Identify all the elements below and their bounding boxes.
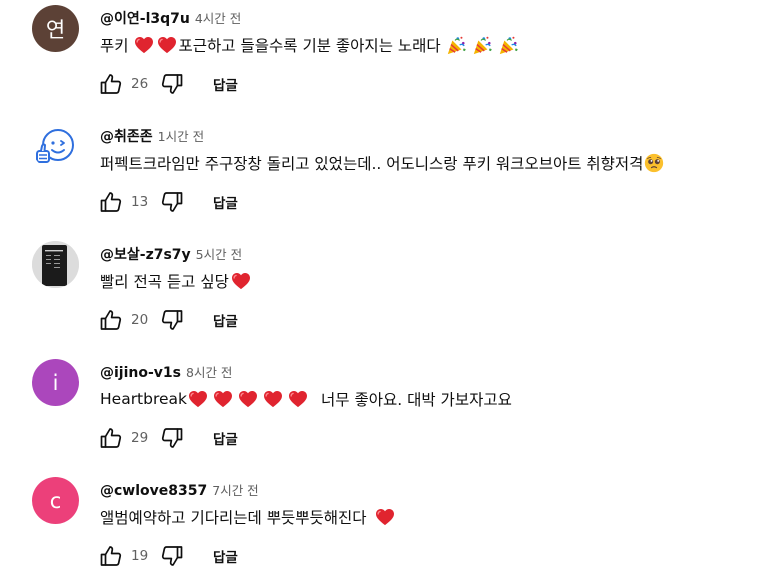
comment-item: i @ijino-v1s 8시간 전 Heartbreak 너무 좋아요. 대박… — [0, 354, 757, 471]
thumb-up-icon — [99, 426, 123, 450]
thumb-down-icon — [160, 544, 184, 568]
comment-time[interactable]: 1시간 전 — [158, 126, 204, 145]
comment-actions: 19 답글 — [98, 542, 238, 570]
author-handle[interactable]: @ijino-v1s — [100, 365, 181, 381]
comment-item: @취존존 1시간 전 퍼펙트크라임만 주구장창 돌리고 있었는데.. 어도니스랑… — [0, 118, 757, 235]
heart-emoji-icon — [213, 390, 233, 408]
avatar-letter: i — [52, 370, 59, 395]
avatar-letter: c — [49, 488, 62, 513]
comment-header: @cwlove8357 7시간 전 — [100, 480, 259, 499]
like-button[interactable] — [98, 425, 124, 451]
comment-text-part: 빨리 전곡 듣고 싶당 — [100, 273, 229, 291]
comment-text: 푸키 포근하고 들을수록 기분 좋아지는 노래다 — [100, 34, 521, 56]
comment-text-part: 너무 좋아요. 대박 가보자고요 — [321, 391, 512, 409]
comment-actions: 26 답글 — [98, 70, 238, 98]
author-handle[interactable]: @취존존 — [100, 126, 153, 146]
reply-button[interactable]: 답글 — [213, 428, 238, 448]
thumb-down-icon — [160, 190, 184, 214]
comment-header: @ijino-v1s 8시간 전 — [100, 362, 232, 381]
thumb-up-icon — [99, 308, 123, 332]
comment-actions: 29 답글 — [98, 424, 238, 452]
thumb-down-icon — [160, 426, 184, 450]
like-button[interactable] — [98, 71, 124, 97]
comment-header: @보살-z7s7y 5시간 전 — [100, 244, 242, 264]
avatar[interactable]: 연 — [32, 5, 79, 52]
heart-emoji-icon — [288, 390, 308, 408]
comment-item: @보살-z7s7y 5시간 전 빨리 전곡 듣고 싶당 20 답글 — [0, 236, 757, 353]
like-count: 13 — [131, 194, 149, 210]
dislike-button[interactable] — [159, 425, 185, 451]
like-button[interactable] — [98, 307, 124, 333]
comment-text: 앨범예약하고 기다리는데 뿌듯뿌듯해진다 — [100, 506, 396, 528]
comment-text-part: 퍼펙트크라임만 주구장창 돌리고 있었는데.. 어도니스랑 푸키 워크오브아트 … — [100, 155, 644, 173]
thumb-up-icon — [99, 190, 123, 214]
dislike-button[interactable] — [159, 71, 185, 97]
like-count: 29 — [131, 430, 149, 446]
author-handle[interactable]: @보살-z7s7y — [100, 244, 191, 264]
avatar-album-photo-icon — [32, 241, 79, 288]
comment-time[interactable]: 8시간 전 — [186, 362, 232, 381]
like-button[interactable] — [98, 189, 124, 215]
heart-emoji-icon — [238, 390, 258, 408]
heart-emoji-icon — [263, 390, 283, 408]
comment-time[interactable]: 7시간 전 — [212, 480, 258, 499]
comment-text-part: 푸키 — [100, 37, 129, 55]
comment-text: 퍼펙트크라임만 주구장창 돌리고 있었는데.. 어도니스랑 푸키 워크오브아트 … — [100, 152, 664, 174]
thumb-down-icon — [160, 308, 184, 332]
reply-button[interactable]: 답글 — [213, 192, 238, 212]
like-count: 19 — [131, 548, 149, 564]
thumb-up-icon — [99, 72, 123, 96]
party-popper-emoji-icon — [445, 35, 467, 55]
like-button[interactable] — [98, 543, 124, 569]
heart-emoji-icon — [231, 272, 251, 290]
comment-header: @취존존 1시간 전 — [100, 126, 204, 146]
pleading-face-emoji-icon — [644, 153, 664, 173]
avatar[interactable]: i — [32, 359, 79, 406]
comment-text: 빨리 전곡 듣고 싶당 — [100, 270, 252, 292]
avatar-thumbs-up-face-icon — [36, 129, 74, 163]
thumb-down-icon — [160, 72, 184, 96]
dislike-button[interactable] — [159, 543, 185, 569]
author-handle[interactable]: @cwlove8357 — [100, 483, 207, 499]
comment-actions: 20 답글 — [98, 306, 238, 334]
party-popper-emoji-icon — [471, 35, 493, 55]
dislike-button[interactable] — [159, 189, 185, 215]
heart-emoji-icon — [188, 390, 208, 408]
comment-text-part: 앨범예약하고 기다리는데 뿌듯뿌듯해진다 — [100, 509, 367, 527]
comment-text-part: Heartbreak — [100, 390, 188, 408]
heart-emoji-icon — [134, 36, 154, 54]
like-count: 26 — [131, 76, 149, 92]
comment-actions: 13 답글 — [98, 188, 238, 216]
reply-button[interactable]: 답글 — [213, 310, 238, 330]
reply-button[interactable]: 답글 — [213, 546, 238, 566]
comment-header: @이연-l3q7u 4시간 전 — [100, 8, 241, 28]
author-handle[interactable]: @이연-l3q7u — [100, 8, 190, 28]
dislike-button[interactable] — [159, 307, 185, 333]
comment-text: Heartbreak 너무 좋아요. 대박 가보자고요 — [100, 388, 512, 410]
reply-button[interactable]: 답글 — [213, 74, 238, 94]
avatar[interactable]: c — [32, 477, 79, 524]
comment-time[interactable]: 5시간 전 — [196, 244, 242, 263]
avatar[interactable] — [32, 123, 79, 170]
avatar[interactable] — [32, 241, 79, 288]
comment-item: c @cwlove8357 7시간 전 앨범예약하고 기다리는데 뿌듯뿌듯해진다… — [0, 472, 757, 572]
avatar-letter: 연 — [45, 17, 66, 42]
party-popper-emoji-icon — [497, 35, 519, 55]
comment-item: 연 @이연-l3q7u 4시간 전 푸키 포근하고 들을수록 기분 좋아지는 노… — [0, 0, 757, 117]
like-count: 20 — [131, 312, 149, 328]
comment-text-part: 포근하고 들을수록 기분 좋아지는 노래다 — [178, 37, 441, 55]
comment-time[interactable]: 4시간 전 — [195, 8, 241, 27]
heart-emoji-icon — [375, 508, 395, 526]
heart-emoji-icon — [157, 36, 177, 54]
thumb-up-icon — [99, 544, 123, 568]
